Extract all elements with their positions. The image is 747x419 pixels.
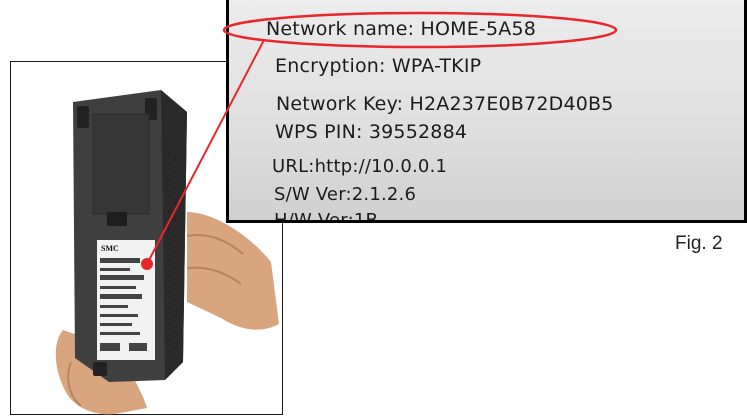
hw-version-text: H/W Ver:1B <box>274 210 379 223</box>
device-foot-bottom-left <box>93 362 107 376</box>
zoomed-label-sheet: Network name: HOME-5A58 Encryption: WPA-… <box>229 0 744 220</box>
url-text: URL:http://10.0.0.1 <box>272 156 448 177</box>
figure-caption: Fig. 2 <box>675 233 723 254</box>
device-foot-top-left <box>77 106 89 128</box>
zoomed-label-panel: Network name: HOME-5A58 Encryption: WPA-… <box>226 0 747 223</box>
sw-version-text: S/W Ver:2.1.2.6 <box>274 184 417 205</box>
wps-pin-text: WPS PIN: 39552884 <box>275 121 468 143</box>
device-label-brand: SMC <box>101 244 119 253</box>
network-key-text: Network Key: H2A237E0B72D40B5 <box>276 93 614 115</box>
network-name-text: Network name: HOME-5A58 <box>266 18 537 40</box>
encryption-text: Encryption: WPA-TKIP <box>275 55 482 77</box>
right-hand <box>187 212 279 330</box>
device-panel <box>92 113 150 215</box>
device-port <box>107 212 127 226</box>
device-side <box>161 90 187 380</box>
